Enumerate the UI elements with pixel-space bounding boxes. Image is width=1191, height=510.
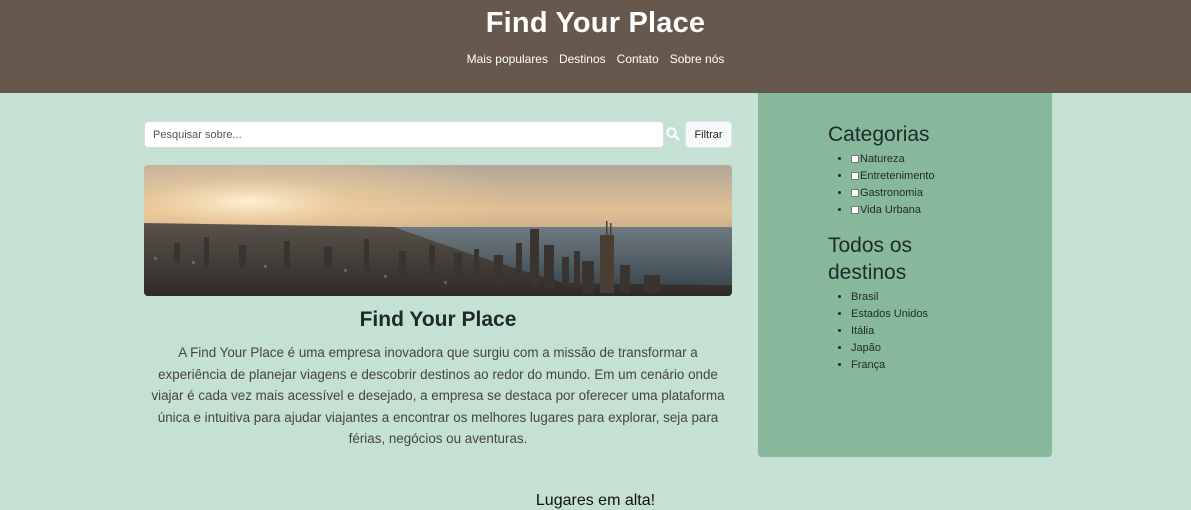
category-checkbox[interactable]: [851, 155, 859, 163]
categories-heading: Categorias: [828, 123, 930, 146]
nav-link-contact[interactable]: Contato: [617, 52, 659, 66]
category-checkbox[interactable]: [851, 206, 859, 214]
category-item: Entretenimento: [851, 168, 935, 185]
nav-link-destinations[interactable]: Destinos: [559, 52, 606, 66]
category-item: Natureza: [851, 151, 935, 168]
destinations-heading: Todos os destinos: [828, 234, 913, 284]
destination-item[interactable]: Brasil: [851, 289, 928, 306]
site-header: Find Your Place Mais populares Destinos …: [0, 0, 1191, 93]
filter-button[interactable]: Filtrar: [685, 121, 732, 148]
destination-item[interactable]: França: [851, 357, 928, 374]
destination-item[interactable]: Estados Unidos: [851, 306, 928, 323]
category-label: Entretenimento: [860, 170, 935, 182]
nav-link-about[interactable]: Sobre nós: [670, 52, 725, 66]
destinations-list: Brasil Estados Unidos Itália Japão Franç…: [838, 289, 928, 374]
category-item: Vida Urbana: [851, 202, 935, 219]
sidebar: Categorias Natureza Entretenimento Gastr…: [758, 93, 1052, 457]
trending-heading: Lugares em alta!: [535, 492, 656, 509]
destination-item[interactable]: Japão: [851, 340, 928, 357]
search-icon[interactable]: [665, 126, 681, 142]
category-checkbox[interactable]: [851, 189, 859, 197]
categories-list: Natureza Entretenimento Gastronomia Vida…: [838, 151, 935, 219]
destination-item[interactable]: Itália: [851, 323, 928, 340]
category-label: Vida Urbana: [860, 204, 921, 216]
main-nav: Mais populares Destinos Contato Sobre nó…: [0, 52, 1191, 66]
nav-link-popular[interactable]: Mais populares: [467, 52, 548, 66]
about-description: A Find Your Place é uma empresa inovador…: [151, 345, 725, 447]
search-bar: Filtrar: [144, 121, 732, 148]
hero-image: [144, 165, 732, 296]
category-label: Gastronomia: [860, 187, 923, 199]
category-item: Gastronomia: [851, 185, 935, 202]
category-label: Natureza: [860, 153, 905, 165]
about-title: Find Your Place: [359, 308, 517, 331]
search-input[interactable]: [144, 121, 664, 148]
category-checkbox[interactable]: [851, 172, 859, 180]
site-title: Find Your Place: [485, 7, 706, 39]
